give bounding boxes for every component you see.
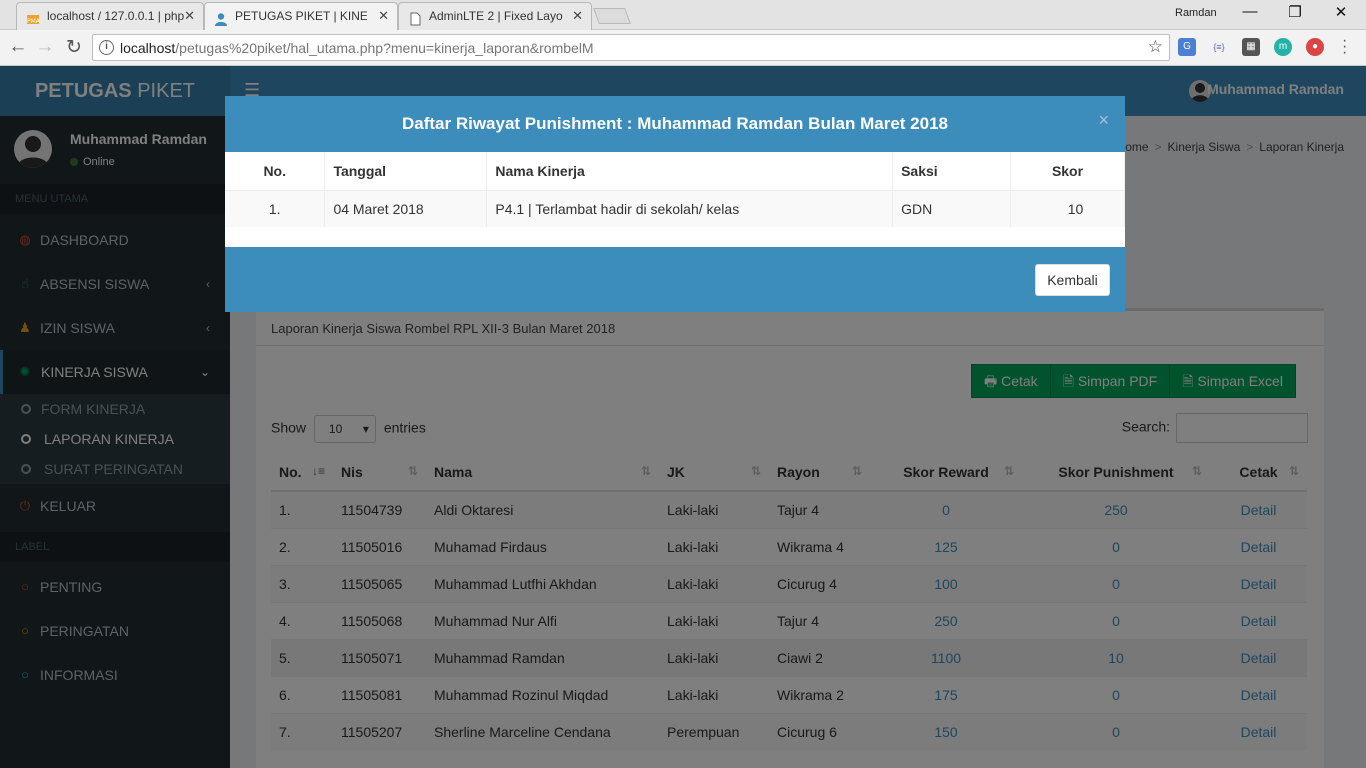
phpmyadmin-icon: PMA: [26, 9, 41, 25]
browser-tab-adminlte[interactable]: AdminLTE 2 | Fixed Layou ✕: [398, 2, 592, 30]
table-row: 1. 04 Maret 2018 P4.1 | Terlambat hadir …: [225, 189, 1125, 227]
column-header-nama-kinerja: Nama Kinerja: [486, 152, 894, 190]
json-extension-icon[interactable]: {≡}: [1210, 38, 1228, 56]
document-icon: [408, 9, 422, 26]
forward-arrow-icon[interactable]: →: [33, 36, 57, 58]
app-window: PETUGAS PIKET ☰ Muhammad Ramdan Muhammad…: [0, 66, 1366, 768]
close-icon[interactable]: ×: [1098, 110, 1109, 131]
back-arrow-icon[interactable]: ←: [6, 36, 30, 58]
close-window-icon[interactable]: ✕: [1329, 3, 1353, 21]
browser-menu-icon[interactable]: · · ·: [1342, 33, 1347, 61]
color-extension-icon[interactable]: ●: [1306, 38, 1324, 56]
translate-extension-icon[interactable]: G: [1178, 38, 1196, 56]
modal-title: Daftar Riwayat Punishment : Muhammad Ram…: [225, 96, 1125, 152]
tab-title: localhost / 127.0.0.1 | php: [47, 9, 185, 23]
address-bar[interactable]: i localhost/petugas%20piket/hal_utama.ph…: [92, 34, 1170, 61]
column-header-saksi: Saksi: [892, 152, 1012, 190]
column-header-tanggal: Tanggal: [324, 152, 488, 190]
url-text[interactable]: localhost/petugas%20piket/hal_utama.php?…: [120, 40, 594, 56]
m-extension-icon[interactable]: m: [1274, 38, 1292, 56]
reload-icon[interactable]: ↻: [62, 36, 86, 59]
punishment-history-modal: Daftar Riwayat Punishment : Muhammad Ram…: [225, 96, 1125, 312]
tab-title: AdminLTE 2 | Fixed Layou: [429, 9, 563, 23]
modal-footer: Kembali: [225, 247, 1125, 312]
column-header-skor: Skor: [1010, 152, 1125, 190]
info-icon[interactable]: i: [99, 40, 114, 55]
close-tab-icon[interactable]: ✕: [378, 3, 389, 29]
window-profile-name[interactable]: Ramdan: [1175, 7, 1217, 19]
svg-text:PMA: PMA: [27, 18, 40, 25]
browser-tab-bar: PMA localhost / 127.0.0.1 | php ✕ PETUGA…: [0, 0, 1366, 31]
new-tab-button[interactable]: [593, 8, 631, 24]
restore-icon[interactable]: ❐: [1283, 3, 1307, 21]
close-tab-icon[interactable]: ✕: [184, 3, 195, 29]
close-tab-icon[interactable]: ✕: [572, 3, 583, 29]
punishment-table: No. Tanggal Nama Kinerja Saksi Skor 1. 0…: [225, 152, 1125, 227]
table-header-row: No. Tanggal Nama Kinerja Saksi Skor: [225, 152, 1125, 190]
browser-tab-petugas[interactable]: PETUGAS PIKET | KINERJA ✕: [204, 2, 398, 31]
back-button[interactable]: Kembali: [1035, 264, 1110, 296]
user-icon: [214, 9, 228, 26]
browser-tab-phpmyadmin[interactable]: PMA localhost / 127.0.0.1 | php ✕: [16, 2, 204, 30]
qr-code-extension-icon[interactable]: ▦: [1242, 38, 1260, 56]
bookmark-star-icon[interactable]: ☆: [1148, 37, 1163, 57]
minimize-icon[interactable]: —: [1238, 3, 1262, 20]
modal-body: No. Tanggal Nama Kinerja Saksi Skor 1. 0…: [225, 152, 1125, 247]
browser-toolbar: ← → ↻ i localhost/petugas%20piket/hal_ut…: [0, 30, 1366, 66]
tab-title: PETUGAS PIKET | KINERJA: [235, 9, 367, 23]
column-header-no: No.: [225, 152, 326, 190]
